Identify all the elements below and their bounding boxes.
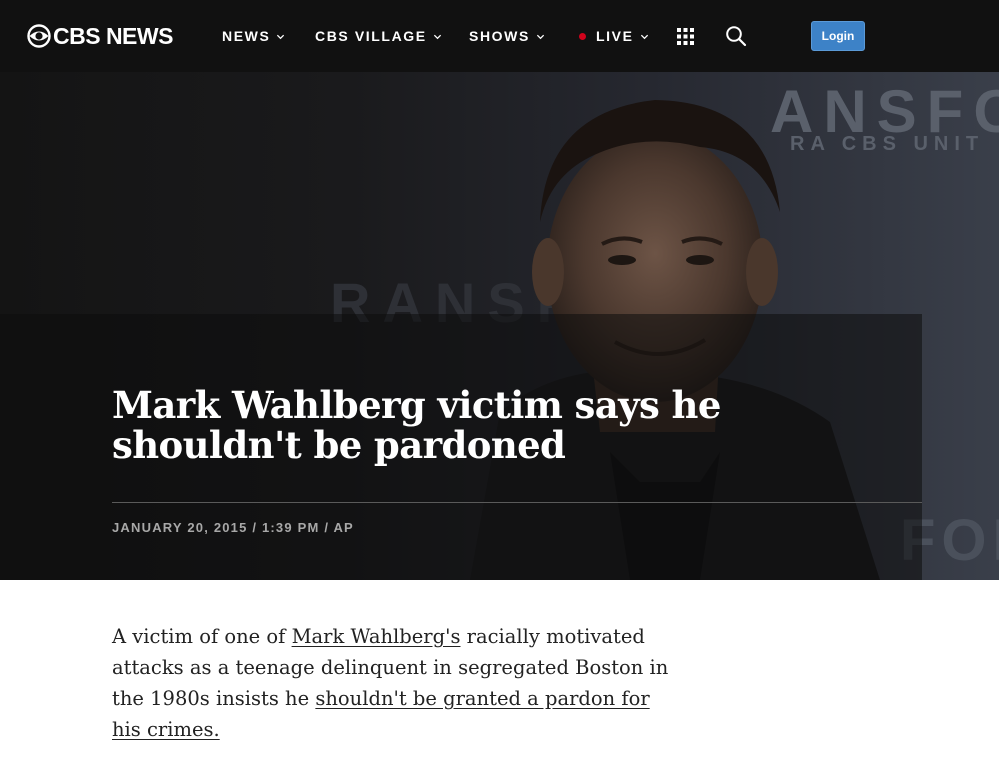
nav-item-label: SHOWS (469, 28, 530, 44)
cbs-news-logo[interactable]: CBS NEWS (27, 23, 173, 49)
nav-item-cbs-village[interactable]: CBS VILLAGE (315, 27, 442, 45)
nav-item-label: NEWS (222, 28, 271, 44)
nav-item-label: CBS VILLAGE (315, 28, 427, 44)
nav-item-live[interactable]: LIVE (579, 27, 649, 45)
article-byline: JANUARY 20, 2015 / 1:39 PM / AP (112, 520, 354, 535)
article-paragraph: A victim of one of Mark Wahlberg's racia… (112, 621, 672, 745)
article-headline: Mark Wahlberg victim says he shouldn't b… (112, 383, 721, 467)
live-indicator-dot (579, 32, 586, 40)
cbs-eye-icon (27, 24, 51, 48)
login-button[interactable]: Login (811, 21, 865, 51)
paragraph-text: A victim of one of (112, 625, 292, 648)
backdrop-text: RA CBS UNIT (790, 133, 984, 155)
nav-item-shows[interactable]: SHOWS (469, 27, 545, 45)
hero-banner: ANSFOR RA CBS UNIT RANSF FOR Mark Wahlbe… (0, 72, 999, 580)
chevron-down-icon (640, 34, 648, 39)
divider (112, 502, 922, 503)
search-icon[interactable] (725, 25, 747, 47)
logo-text: CBS NEWS (53, 23, 173, 49)
apps-grid-icon[interactable] (677, 28, 694, 45)
chevron-down-icon (433, 34, 441, 39)
nav-item-news[interactable]: NEWS (222, 27, 285, 45)
top-nav: CBS NEWS NEWS CBS VILLAGE SHOWS LIVE Log… (0, 0, 999, 72)
chevron-down-icon (536, 34, 544, 39)
chevron-down-icon (277, 34, 285, 39)
link-mark-wahlberg[interactable]: Mark Wahlberg's (292, 625, 461, 648)
nav-item-label: LIVE (596, 28, 634, 44)
